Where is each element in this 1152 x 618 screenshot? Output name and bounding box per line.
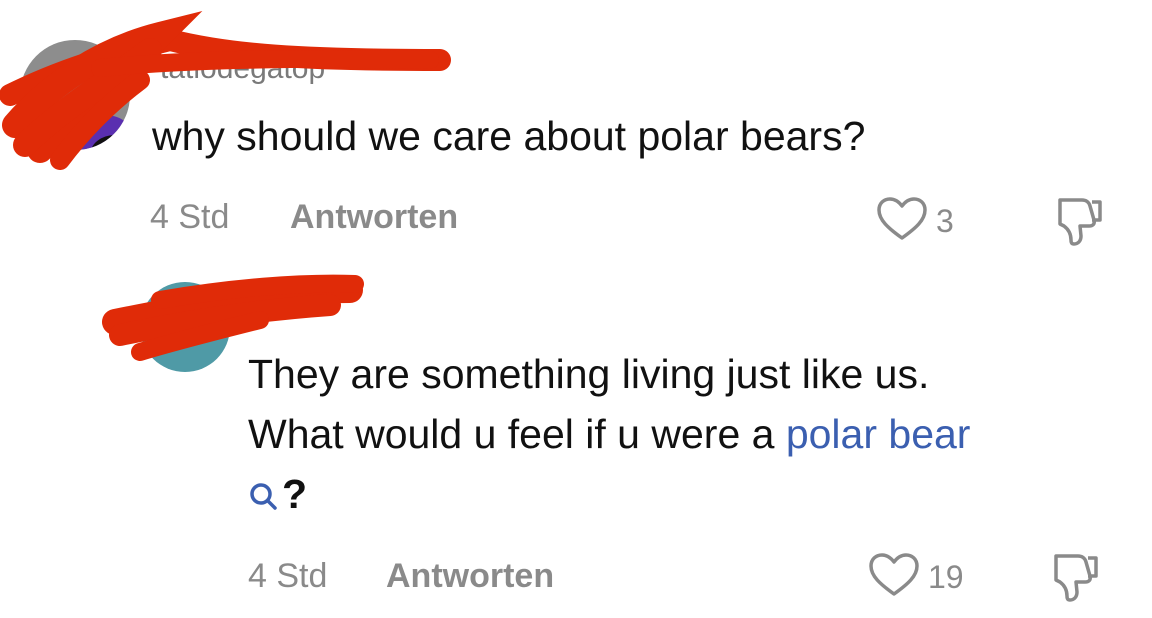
comment-text: They are something living just like us. … (248, 344, 1128, 527)
comment-line: They are something living just like us. (248, 351, 930, 397)
dislike-button[interactable] (1052, 194, 1104, 253)
heart-outline-icon (876, 196, 928, 247)
thumbs-down-icon (1052, 198, 1104, 252)
question-mark: ? (282, 471, 308, 517)
search-icon[interactable] (248, 467, 278, 527)
like-count: 19 (928, 559, 964, 595)
heart-outline-icon (868, 552, 920, 603)
avatar[interactable] (140, 282, 230, 372)
thumbs-down-icon (1048, 554, 1100, 608)
avatar[interactable] (20, 40, 130, 150)
comment-text: why should we care about polar bears? (152, 113, 866, 159)
search-link[interactable]: polar bear (786, 411, 971, 457)
dislike-button[interactable] (1048, 550, 1100, 609)
username[interactable]: tatiodegatop (160, 52, 325, 86)
like-button[interactable]: 3 (876, 196, 954, 247)
like-button[interactable]: 19 (868, 552, 964, 603)
comment-line-text: What would u feel if u were a (248, 411, 786, 457)
reply-button[interactable]: Antworten (290, 198, 458, 237)
comment-line: What would u feel if u were a polar bear (248, 404, 1128, 464)
comment-time: 4 Std (150, 198, 230, 236)
like-count: 3 (936, 203, 954, 239)
comment-line: ? (248, 464, 1128, 527)
comment-2: They are something living just like us. … (0, 260, 1152, 618)
comment-time: 4 Std (248, 557, 328, 595)
comment-1: tatiodegatop why should we care about po… (0, 0, 1152, 260)
reply-button[interactable]: Antworten (386, 557, 554, 596)
